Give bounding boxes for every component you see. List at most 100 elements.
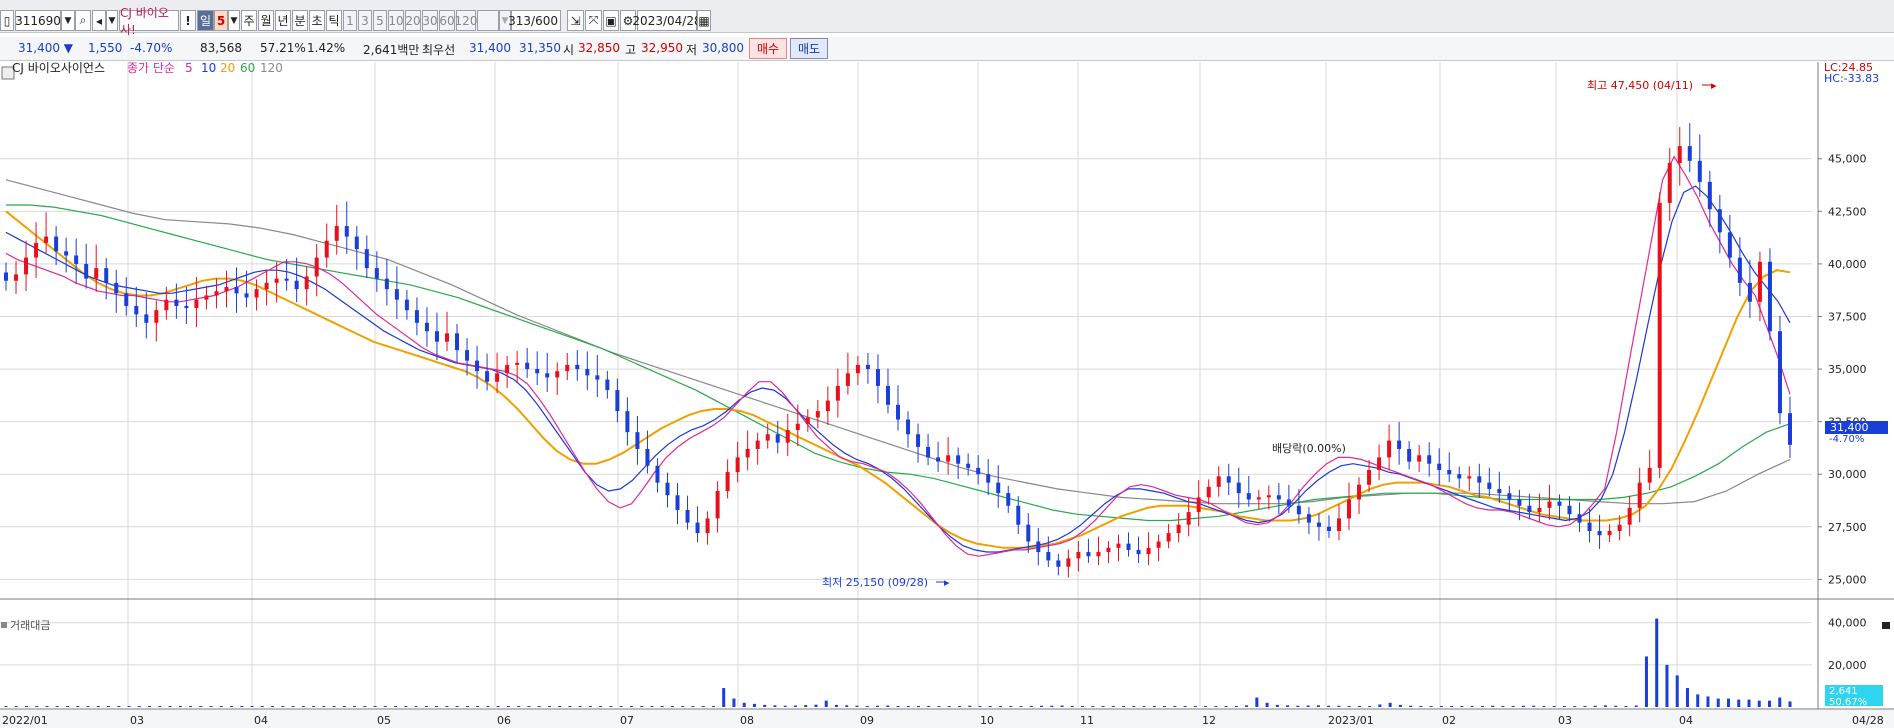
x-tick-label: 04 xyxy=(1679,714,1693,727)
volume-bar xyxy=(1296,705,1300,707)
search-icon[interactable]: ⌕ xyxy=(75,10,91,31)
volume-bar xyxy=(1675,675,1679,707)
volume-bar xyxy=(1542,705,1546,707)
buy-button[interactable]: 매수 xyxy=(749,38,787,59)
volume-panel-icon[interactable] xyxy=(1,622,7,628)
candle-body xyxy=(775,434,780,443)
volume-bar xyxy=(117,706,121,707)
period-n-dropdown[interactable]: ▼ xyxy=(228,10,240,31)
candle-body xyxy=(1387,440,1392,458)
candle-body xyxy=(455,333,460,351)
candle-body xyxy=(845,373,850,386)
bar-count-input[interactable]: 313/600 xyxy=(508,10,561,31)
price-chart[interactable]: 45,00042,50040,00037,50035,00032,50030,0… xyxy=(0,62,1894,728)
volume-bar xyxy=(4,706,8,707)
volume-bar xyxy=(568,706,572,707)
volume-bar xyxy=(793,705,797,707)
code-dropdown[interactable]: ▼ xyxy=(61,10,75,31)
x-tick-label: 03 xyxy=(130,714,144,727)
speaker-dropdown[interactable]: ▼ xyxy=(106,10,118,31)
candle-body xyxy=(274,278,279,283)
candle-body xyxy=(1667,162,1672,203)
x-tick-label: 2022/01 xyxy=(2,714,48,727)
custom-interval-input[interactable] xyxy=(477,10,499,31)
save-icon[interactable]: ▣ xyxy=(603,10,619,31)
volume-bar xyxy=(599,706,603,707)
volume-bar xyxy=(732,698,736,707)
stock-code-input[interactable]: 311690 xyxy=(15,10,61,31)
candle-body xyxy=(725,472,730,492)
candle-body xyxy=(896,404,900,420)
candle-body xyxy=(1126,543,1131,550)
candle-body xyxy=(1266,495,1271,498)
candle-body xyxy=(324,240,329,258)
interval-5-button[interactable]: 5 xyxy=(373,10,387,31)
interval-120-button[interactable]: 120 xyxy=(455,10,477,31)
interval-1-button[interactable]: 1 xyxy=(343,10,357,31)
y-tick-label: 40,000 xyxy=(1828,258,1867,271)
y-tick-label: 42,500 xyxy=(1828,205,1867,218)
candle-body xyxy=(1437,463,1442,471)
layout-icon[interactable]: ▯ xyxy=(0,10,14,31)
volume-bar xyxy=(927,705,931,707)
period-minute-button[interactable]: 분 xyxy=(292,10,308,31)
candle-body xyxy=(1336,518,1341,532)
period-tick-button[interactable]: 틱 xyxy=(326,10,342,31)
speaker-icon[interactable]: ◂ xyxy=(92,10,106,31)
volume-bar xyxy=(629,706,633,707)
period-n-input[interactable]: 5 xyxy=(214,10,228,31)
volume-bar xyxy=(486,706,490,707)
candle-body xyxy=(1196,497,1201,513)
y-tick-label: 30,000 xyxy=(1828,468,1867,481)
turnover-ratio: 1.42% xyxy=(307,41,346,55)
period-month-button[interactable]: 월 xyxy=(258,10,274,31)
crosshair-icon[interactable]: ⤧ xyxy=(585,10,602,31)
volume-bar xyxy=(404,706,408,707)
candle-body xyxy=(224,287,229,292)
volume-bar xyxy=(240,706,244,707)
stock-name-field[interactable]: CJ 바이오사! xyxy=(119,6,179,37)
candle-body xyxy=(1737,257,1742,283)
candle-body xyxy=(1597,531,1602,536)
candle-body xyxy=(1016,505,1021,525)
x-tick-label: 03 xyxy=(1558,714,1572,727)
volume-bar xyxy=(342,706,346,707)
date-input[interactable]: 2023/04/28 xyxy=(632,10,702,31)
zoom-in-icon[interactable]: ⇲ xyxy=(567,10,584,31)
interval-60-button[interactable]: 60 xyxy=(439,10,455,31)
candle-body xyxy=(24,257,29,275)
volume-bar xyxy=(1429,706,1433,707)
alert-button[interactable]: ! xyxy=(180,10,196,31)
interval-3-button[interactable]: 3 xyxy=(358,10,372,31)
volume-panel-close-icon[interactable] xyxy=(1882,622,1890,629)
volume-bar xyxy=(312,706,316,707)
candle-body xyxy=(485,371,490,382)
period-second-button[interactable]: 초 xyxy=(309,10,325,31)
period-week-button[interactable]: 주 xyxy=(241,10,257,31)
x-tick-label: 04 xyxy=(254,714,268,727)
last-price-label: 31,400 xyxy=(1830,421,1869,434)
candle-body xyxy=(755,440,760,449)
interval-20-button[interactable]: 20 xyxy=(405,10,421,31)
calendar-icon[interactable]: ▦ xyxy=(697,10,711,31)
candle-body xyxy=(885,385,890,405)
candle-body xyxy=(835,385,840,401)
period-year-button[interactable]: 년 xyxy=(275,10,291,31)
volume-bar xyxy=(1204,706,1208,707)
volume-bar xyxy=(250,706,254,707)
volume-bar xyxy=(1655,618,1659,707)
candle-body xyxy=(1677,146,1682,163)
candle-body xyxy=(1757,261,1762,302)
volume-bar xyxy=(978,705,982,707)
candle-body xyxy=(675,495,680,510)
candle-body xyxy=(555,371,560,378)
period-day-button[interactable]: 일 xyxy=(197,10,214,31)
volume-bar xyxy=(127,706,131,707)
sell-button[interactable]: 매도 xyxy=(790,38,828,59)
interval-30-button[interactable]: 30 xyxy=(422,10,438,31)
interval-10-button[interactable]: 10 xyxy=(388,10,404,31)
candle-body xyxy=(986,474,991,483)
volume-bar xyxy=(1624,705,1628,707)
candle-body xyxy=(765,434,770,441)
candle-body xyxy=(1296,505,1301,515)
